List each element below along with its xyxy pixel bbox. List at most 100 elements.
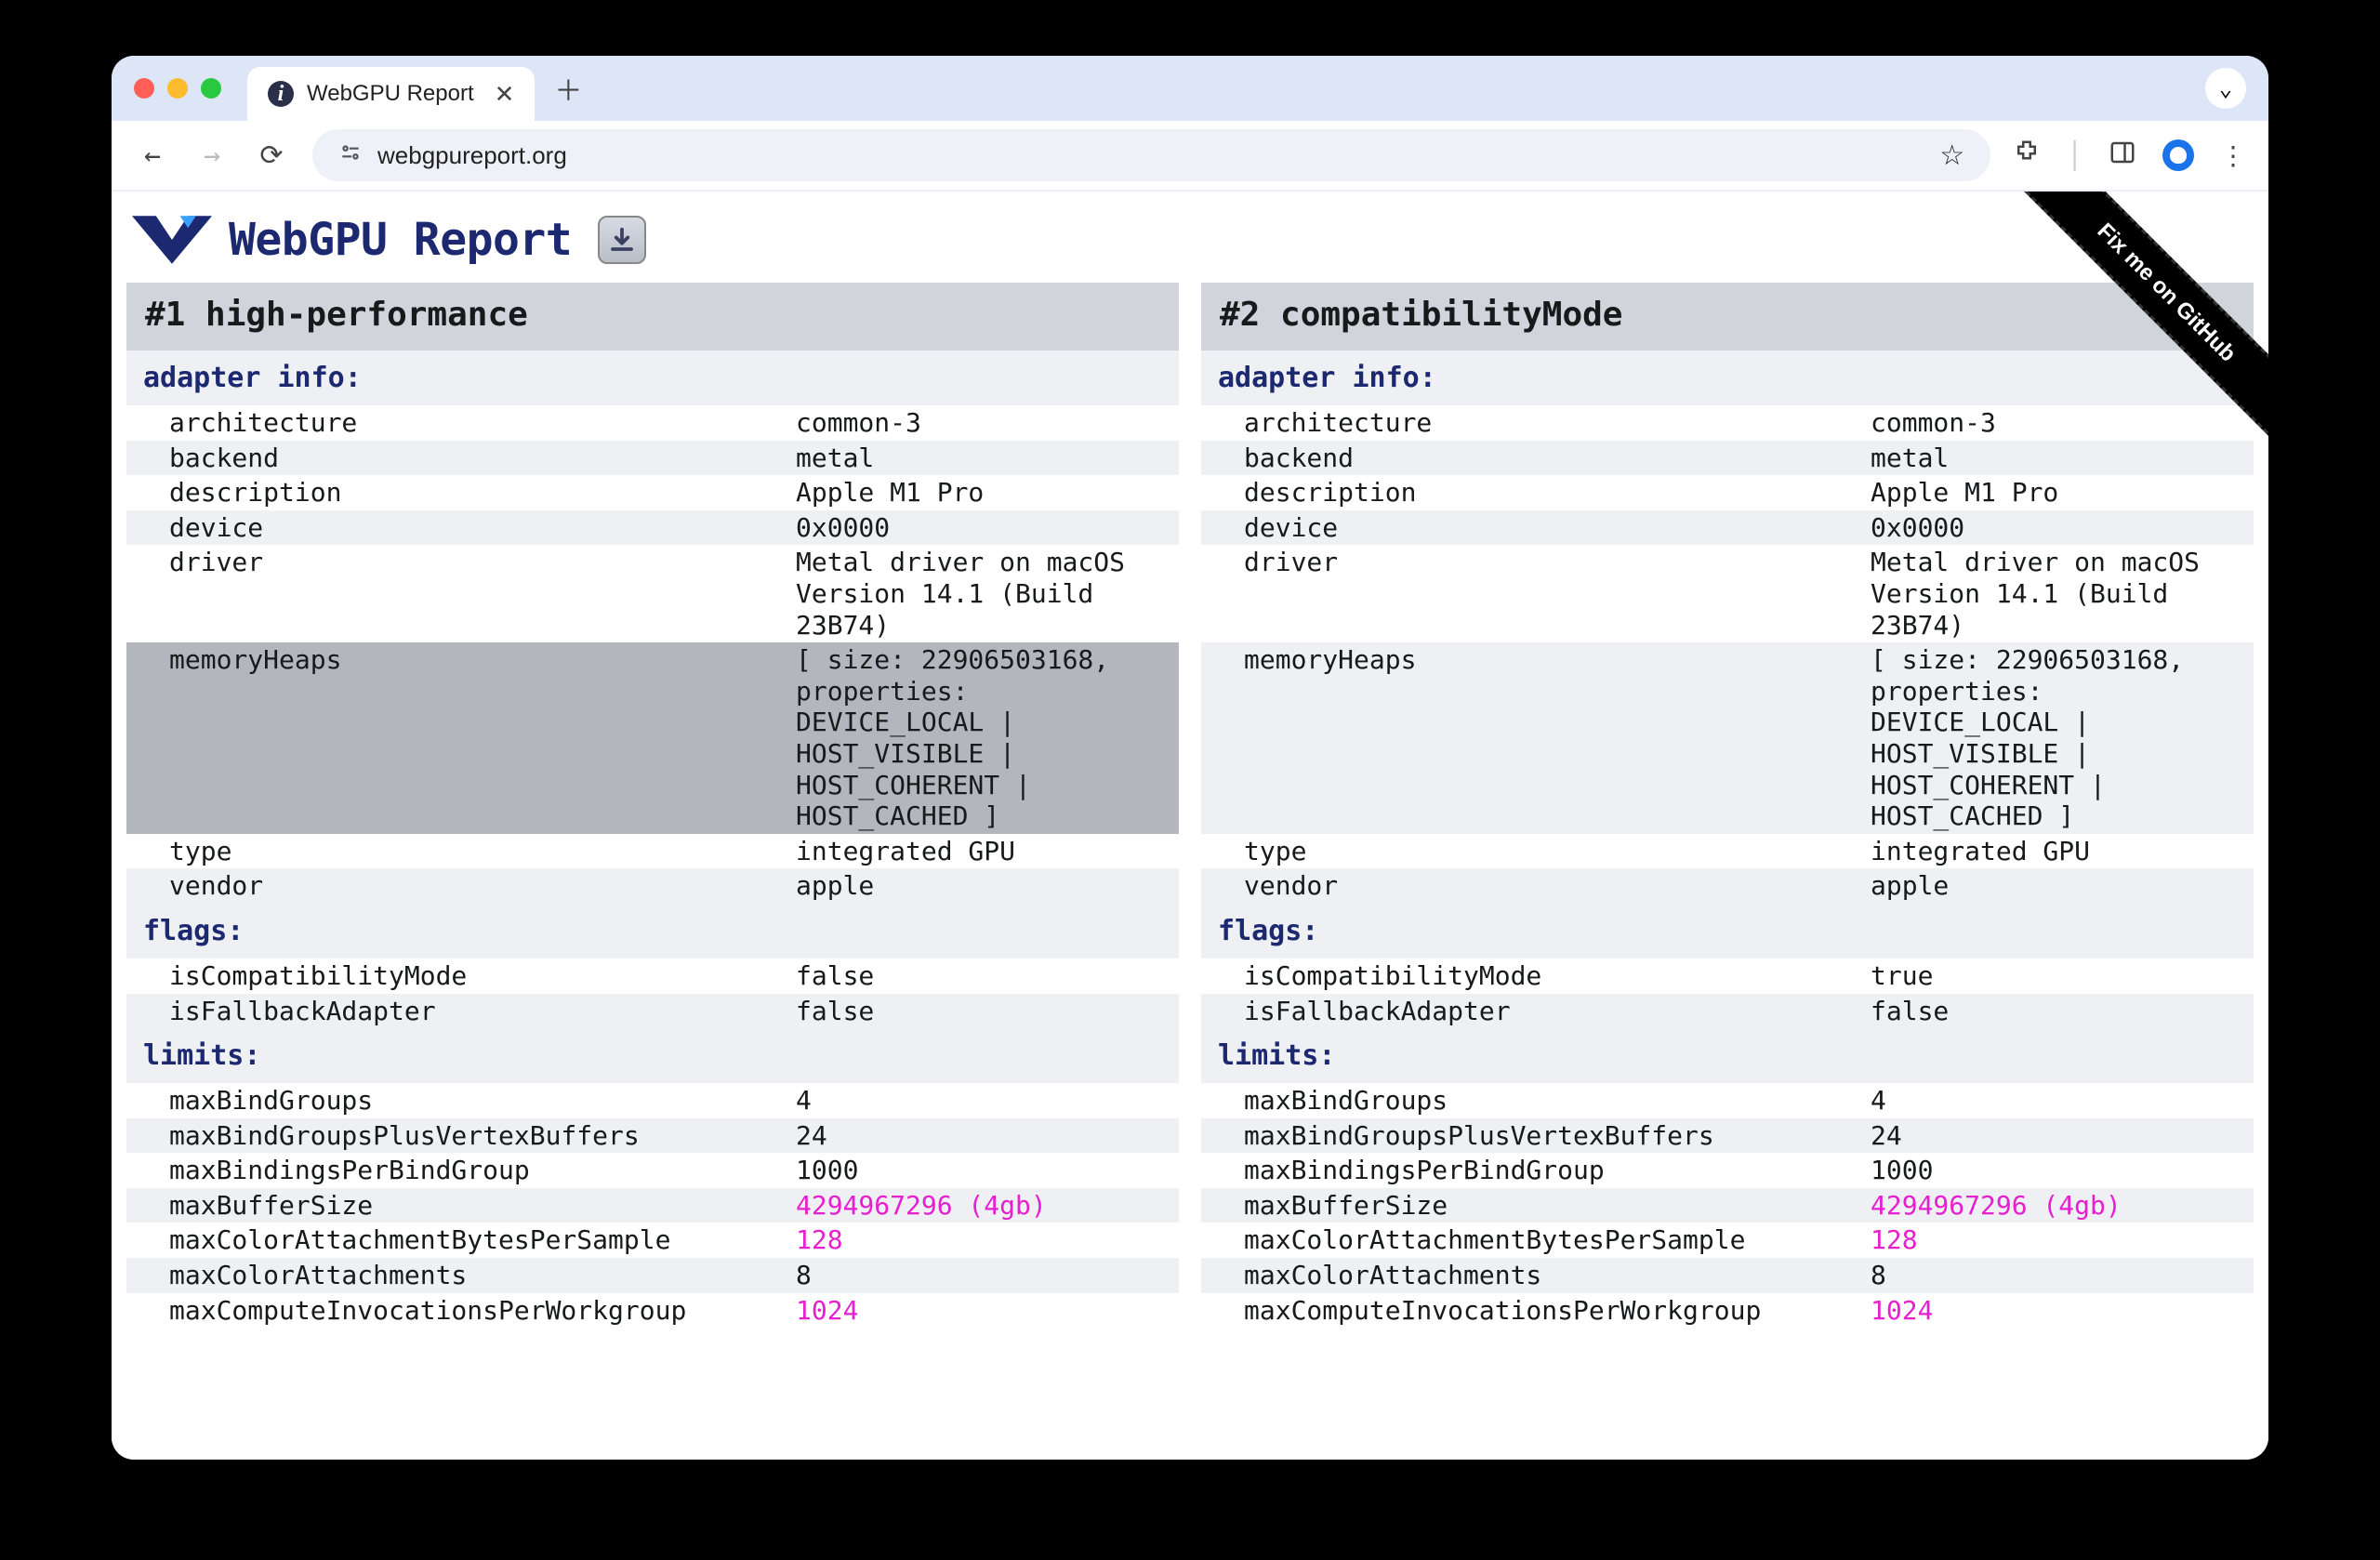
kv-row[interactable]: memoryHeaps[ size: 22906503168, properti… [1201, 642, 2254, 834]
tab-strip: i WebGPU Report ✕ ＋ ⌄ [112, 56, 2268, 121]
kv-value: 4 [796, 1085, 1179, 1117]
kv-value: common-3 [1871, 407, 2254, 439]
kv-value: Metal driver on macOS Version 14.1 (Buil… [1871, 547, 2254, 641]
kv-row[interactable]: isFallbackAdapterfalse [1201, 994, 2254, 1029]
minimize-window-button[interactable] [167, 78, 188, 99]
kv-row[interactable]: architecturecommon-3 [1201, 405, 2254, 441]
kebab-menu-icon[interactable]: ⋮ [2220, 140, 2246, 171]
kv-key: isCompatibilityMode [1201, 960, 1871, 992]
forward-button[interactable]: → [193, 139, 231, 172]
kv-row[interactable]: backendmetal [126, 441, 1179, 476]
kv-row[interactable]: maxBindGroupsPlusVertexBuffers24 [1201, 1118, 2254, 1154]
kv-row[interactable]: isCompatibilityModefalse [126, 958, 1179, 994]
kv-value: 24 [1871, 1120, 2254, 1152]
kv-value: Apple M1 Pro [1871, 477, 2254, 509]
tab-overflow-button[interactable]: ⌄ [2205, 68, 2246, 109]
kv-row[interactable]: backendmetal [1201, 441, 2254, 476]
kv-row[interactable]: maxBindGroupsPlusVertexBuffers24 [126, 1118, 1179, 1154]
kv-row[interactable]: maxBufferSize4294967296 (4gb) [126, 1188, 1179, 1223]
kv-row[interactable]: architecturecommon-3 [126, 405, 1179, 441]
kv-row[interactable]: maxComputeInvocationsPerWorkgroup1024 [126, 1293, 1179, 1329]
kv-value: 128 [1871, 1224, 2254, 1256]
adapter-column: #1 high-performanceadapter info:architec… [126, 283, 1179, 1328]
kv-key: backend [126, 443, 796, 474]
reload-button[interactable]: ⟳ [253, 139, 290, 172]
kv-row[interactable]: memoryHeaps[ size: 22906503168, properti… [126, 642, 1179, 834]
maximize-window-button[interactable] [201, 78, 221, 99]
kv-key: device [1201, 512, 1871, 544]
bookmark-star-icon[interactable]: ☆ [1939, 139, 1964, 172]
kv-key: maxColorAttachmentBytesPerSample [126, 1224, 796, 1256]
kv-key: maxComputeInvocationsPerWorkgroup [126, 1295, 796, 1327]
kv-value: common-3 [796, 407, 1179, 439]
kv-row[interactable]: driverMetal driver on macOS Version 14.1… [1201, 545, 2254, 642]
download-button[interactable] [598, 216, 646, 264]
kv-row[interactable]: maxBindingsPerBindGroup1000 [1201, 1153, 2254, 1188]
kv-key: driver [1201, 547, 1871, 641]
back-button[interactable]: ← [134, 139, 171, 172]
new-tab-button[interactable]: ＋ [548, 68, 588, 109]
kv-row[interactable]: maxBindGroups4 [126, 1083, 1179, 1118]
kv-row[interactable]: vendorapple [1201, 868, 2254, 904]
kv-row[interactable]: maxColorAttachments8 [1201, 1258, 2254, 1293]
section-title: limits: [126, 1028, 1179, 1083]
kv-key: isFallbackAdapter [126, 996, 796, 1027]
kv-key: maxBindGroupsPlusVertexBuffers [1201, 1120, 1871, 1152]
kv-key: memoryHeaps [126, 644, 796, 832]
kv-row[interactable]: device0x0000 [1201, 510, 2254, 546]
kv-value: 24 [796, 1120, 1179, 1152]
kv-value: 8 [796, 1260, 1179, 1291]
kv-value: false [796, 996, 1179, 1027]
kv-row[interactable]: maxColorAttachments8 [126, 1258, 1179, 1293]
kv-row[interactable]: descriptionApple M1 Pro [126, 475, 1179, 510]
kv-value: metal [1871, 443, 2254, 474]
kv-key: architecture [1201, 407, 1871, 439]
section-title: flags: [1201, 904, 2254, 958]
kv-row[interactable]: maxBindGroups4 [1201, 1083, 2254, 1118]
adapter-column: #2 compatibilityModeadapter info:archite… [1201, 283, 2254, 1328]
browser-tab[interactable]: i WebGPU Report ✕ [247, 67, 535, 121]
kv-key: memoryHeaps [1201, 644, 1871, 832]
kv-value: 1024 [796, 1295, 1179, 1327]
kv-value: apple [796, 870, 1179, 902]
kv-row[interactable]: maxBufferSize4294967296 (4gb) [1201, 1188, 2254, 1223]
kv-value: 4294967296 (4gb) [796, 1190, 1179, 1222]
kv-key: type [126, 836, 796, 867]
kv-key: description [1201, 477, 1871, 509]
section-title: limits: [1201, 1028, 2254, 1083]
kv-value: 4294967296 (4gb) [1871, 1190, 2254, 1222]
address-bar-row: ← → ⟳ webgpureport.org ☆ │ ⋮ [112, 121, 2268, 192]
favicon-icon: i [268, 81, 294, 107]
kv-key: vendor [126, 870, 796, 902]
kv-row[interactable]: device0x0000 [126, 510, 1179, 546]
site-info-icon[interactable] [338, 140, 363, 171]
kv-row[interactable]: vendorapple [126, 868, 1179, 904]
kv-row[interactable]: maxBindingsPerBindGroup1000 [126, 1153, 1179, 1188]
extensions-icon[interactable] [2013, 139, 2041, 173]
kv-row[interactable]: descriptionApple M1 Pro [1201, 475, 2254, 510]
side-panel-icon[interactable] [2109, 139, 2136, 173]
kv-key: maxBindGroups [1201, 1085, 1871, 1117]
kv-row[interactable]: isFallbackAdapterfalse [126, 994, 1179, 1029]
tab-close-button[interactable]: ✕ [495, 80, 515, 109]
kv-row[interactable]: driverMetal driver on macOS Version 14.1… [126, 545, 1179, 642]
kv-row[interactable]: isCompatibilityModetrue [1201, 958, 2254, 994]
url-text: webgpureport.org [377, 141, 567, 170]
kv-value: integrated GPU [796, 836, 1179, 867]
kv-value: 0x0000 [1871, 512, 2254, 544]
close-window-button[interactable] [134, 78, 154, 99]
kv-row[interactable]: typeintegrated GPU [126, 834, 1179, 869]
kv-value: 0x0000 [796, 512, 1179, 544]
kv-key: maxBindGroupsPlusVertexBuffers [126, 1120, 796, 1152]
kv-row[interactable]: maxColorAttachmentBytesPerSample128 [126, 1223, 1179, 1258]
kv-key: device [126, 512, 796, 544]
toolbar-right: │ ⋮ [2013, 139, 2246, 173]
kv-row[interactable]: maxComputeInvocationsPerWorkgroup1024 [1201, 1293, 2254, 1329]
kv-row[interactable]: maxColorAttachmentBytesPerSample128 [1201, 1223, 2254, 1258]
kv-key: backend [1201, 443, 1871, 474]
omnibox[interactable]: webgpureport.org ☆ [312, 129, 1990, 181]
kv-row[interactable]: typeintegrated GPU [1201, 834, 2254, 869]
section-title: adapter info: [126, 350, 1179, 405]
kv-value: Metal driver on macOS Version 14.1 (Buil… [796, 547, 1179, 641]
profile-avatar[interactable] [2162, 139, 2194, 171]
